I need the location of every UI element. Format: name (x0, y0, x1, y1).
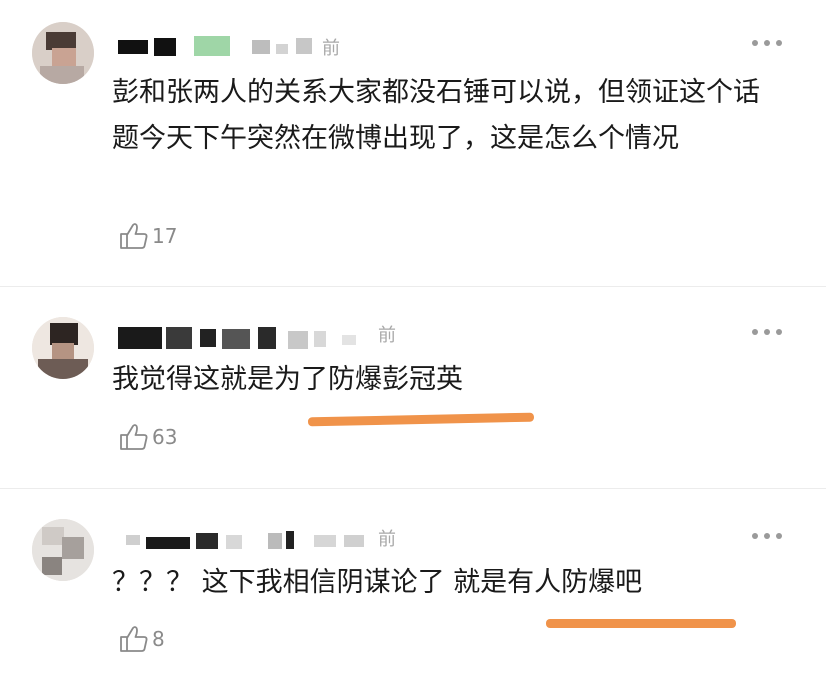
username-blurred[interactable] (118, 34, 338, 60)
thumbs-up-icon (120, 223, 148, 249)
like-count: 8 (152, 627, 165, 651)
timestamp: 前 (378, 529, 396, 550)
avatar[interactable] (32, 22, 94, 84)
avatar[interactable] (32, 519, 94, 581)
thumbs-up-icon (120, 626, 148, 652)
avatar[interactable] (32, 317, 94, 379)
more-dots-icon[interactable] (752, 327, 784, 337)
timestamp: 前 (378, 325, 396, 346)
more-dots-icon[interactable] (752, 38, 784, 48)
like-button[interactable]: 8 (118, 623, 165, 655)
comment-text: 彭和张两人的关系大家都没石锤可以说，但领证这个话题今天下午突然在微博出现了，这是… (112, 77, 760, 154)
highlight-underline (546, 619, 736, 628)
comment-text: 我觉得这就是为了防爆彭冠英 (112, 364, 463, 395)
comment-text: ？？？ 这下我相信阴谋论了 就是有人防爆吧 (112, 567, 643, 598)
thumbs-up-icon (120, 424, 148, 450)
comment-item: 前 ？？？ 这下我相信阴谋论了 就是有人防爆吧 8 (0, 489, 826, 687)
highlight-underline (307, 412, 535, 427)
comment-item: 前 彭和张两人的关系大家都没石锤可以说，但领证这个话题今天下午突然在微博出现了，… (0, 0, 826, 285)
like-count: 63 (152, 425, 178, 449)
like-button[interactable]: 63 (118, 421, 177, 453)
comment-item: 前 我觉得这就是为了防爆彭冠英 63 (0, 287, 826, 487)
like-count: 17 (152, 224, 178, 248)
timestamp: 前 (322, 38, 340, 59)
like-button[interactable]: 17 (118, 220, 177, 252)
more-dots-icon[interactable] (752, 531, 784, 541)
username-blurred[interactable] (118, 527, 368, 553)
username-blurred[interactable] (118, 325, 378, 351)
